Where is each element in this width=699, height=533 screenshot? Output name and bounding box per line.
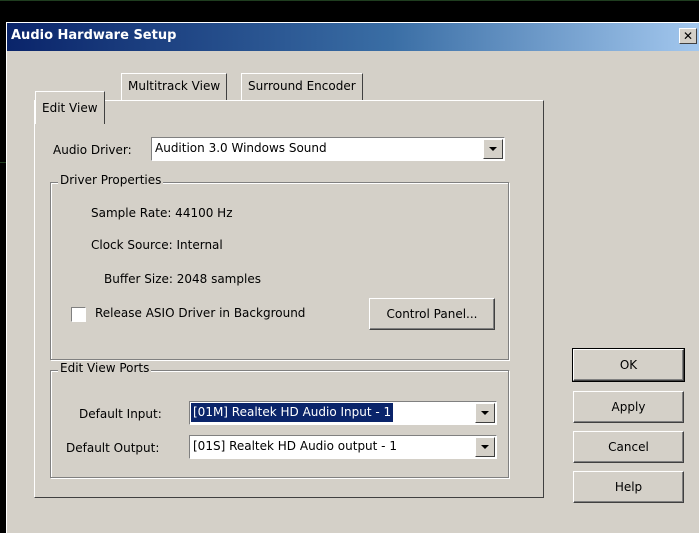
chevron-down-icon[interactable] [475, 437, 495, 457]
title-bar[interactable]: Audio Hardware Setup ✕ [7, 23, 699, 51]
audio-driver-value: Audition 3.0 Windows Sound [155, 141, 327, 155]
default-output-select[interactable]: [01S] Realtek HD Audio output - 1 [189, 435, 497, 459]
default-output-label: Default Output: [66, 441, 160, 455]
default-output-value: [01S] Realtek HD Audio output - 1 [193, 439, 397, 453]
window-title: Audio Hardware Setup [11, 28, 177, 43]
chevron-down-icon[interactable] [475, 403, 495, 423]
close-button[interactable]: ✕ [679, 28, 697, 44]
default-input-label: Default Input: [79, 407, 162, 421]
sample-rate-text: Sample Rate: 44100 Hz [91, 206, 233, 220]
cancel-button[interactable]: Cancel [573, 431, 684, 463]
driver-properties-title: Driver Properties [58, 173, 164, 187]
buffer-size-text: Buffer Size: 2048 samples [104, 272, 261, 286]
ok-button[interactable]: OK [572, 348, 685, 382]
clock-source-text: Clock Source: Internal [91, 238, 223, 252]
tab-surround-encoder[interactable]: Surround Encoder [241, 73, 363, 100]
audio-driver-select[interactable]: Audition 3.0 Windows Sound [151, 137, 505, 161]
control-panel-button[interactable]: Control Panel... [369, 298, 495, 330]
tab-multitrack-view[interactable]: Multitrack View [121, 73, 228, 100]
release-asio-label[interactable]: Release ASIO Driver in Background [95, 306, 305, 320]
tab-edit-view[interactable]: Edit View [35, 91, 105, 124]
help-button[interactable]: Help [573, 471, 684, 503]
apply-button[interactable]: Apply [573, 391, 684, 423]
audio-driver-label: Audio Driver: [53, 143, 132, 157]
default-input-select[interactable]: [01M] Realtek HD Audio Input - 1 [189, 401, 497, 425]
edit-view-ports-title: Edit View Ports [58, 361, 152, 375]
chevron-down-icon[interactable] [483, 139, 503, 159]
background-line [0, 0, 699, 1]
audio-hardware-setup-dialog: Audio Hardware Setup ✕ Edit View Multitr… [6, 22, 699, 533]
release-asio-checkbox[interactable] [71, 307, 86, 322]
default-input-value: [01M] Realtek HD Audio Input - 1 [189, 402, 395, 423]
